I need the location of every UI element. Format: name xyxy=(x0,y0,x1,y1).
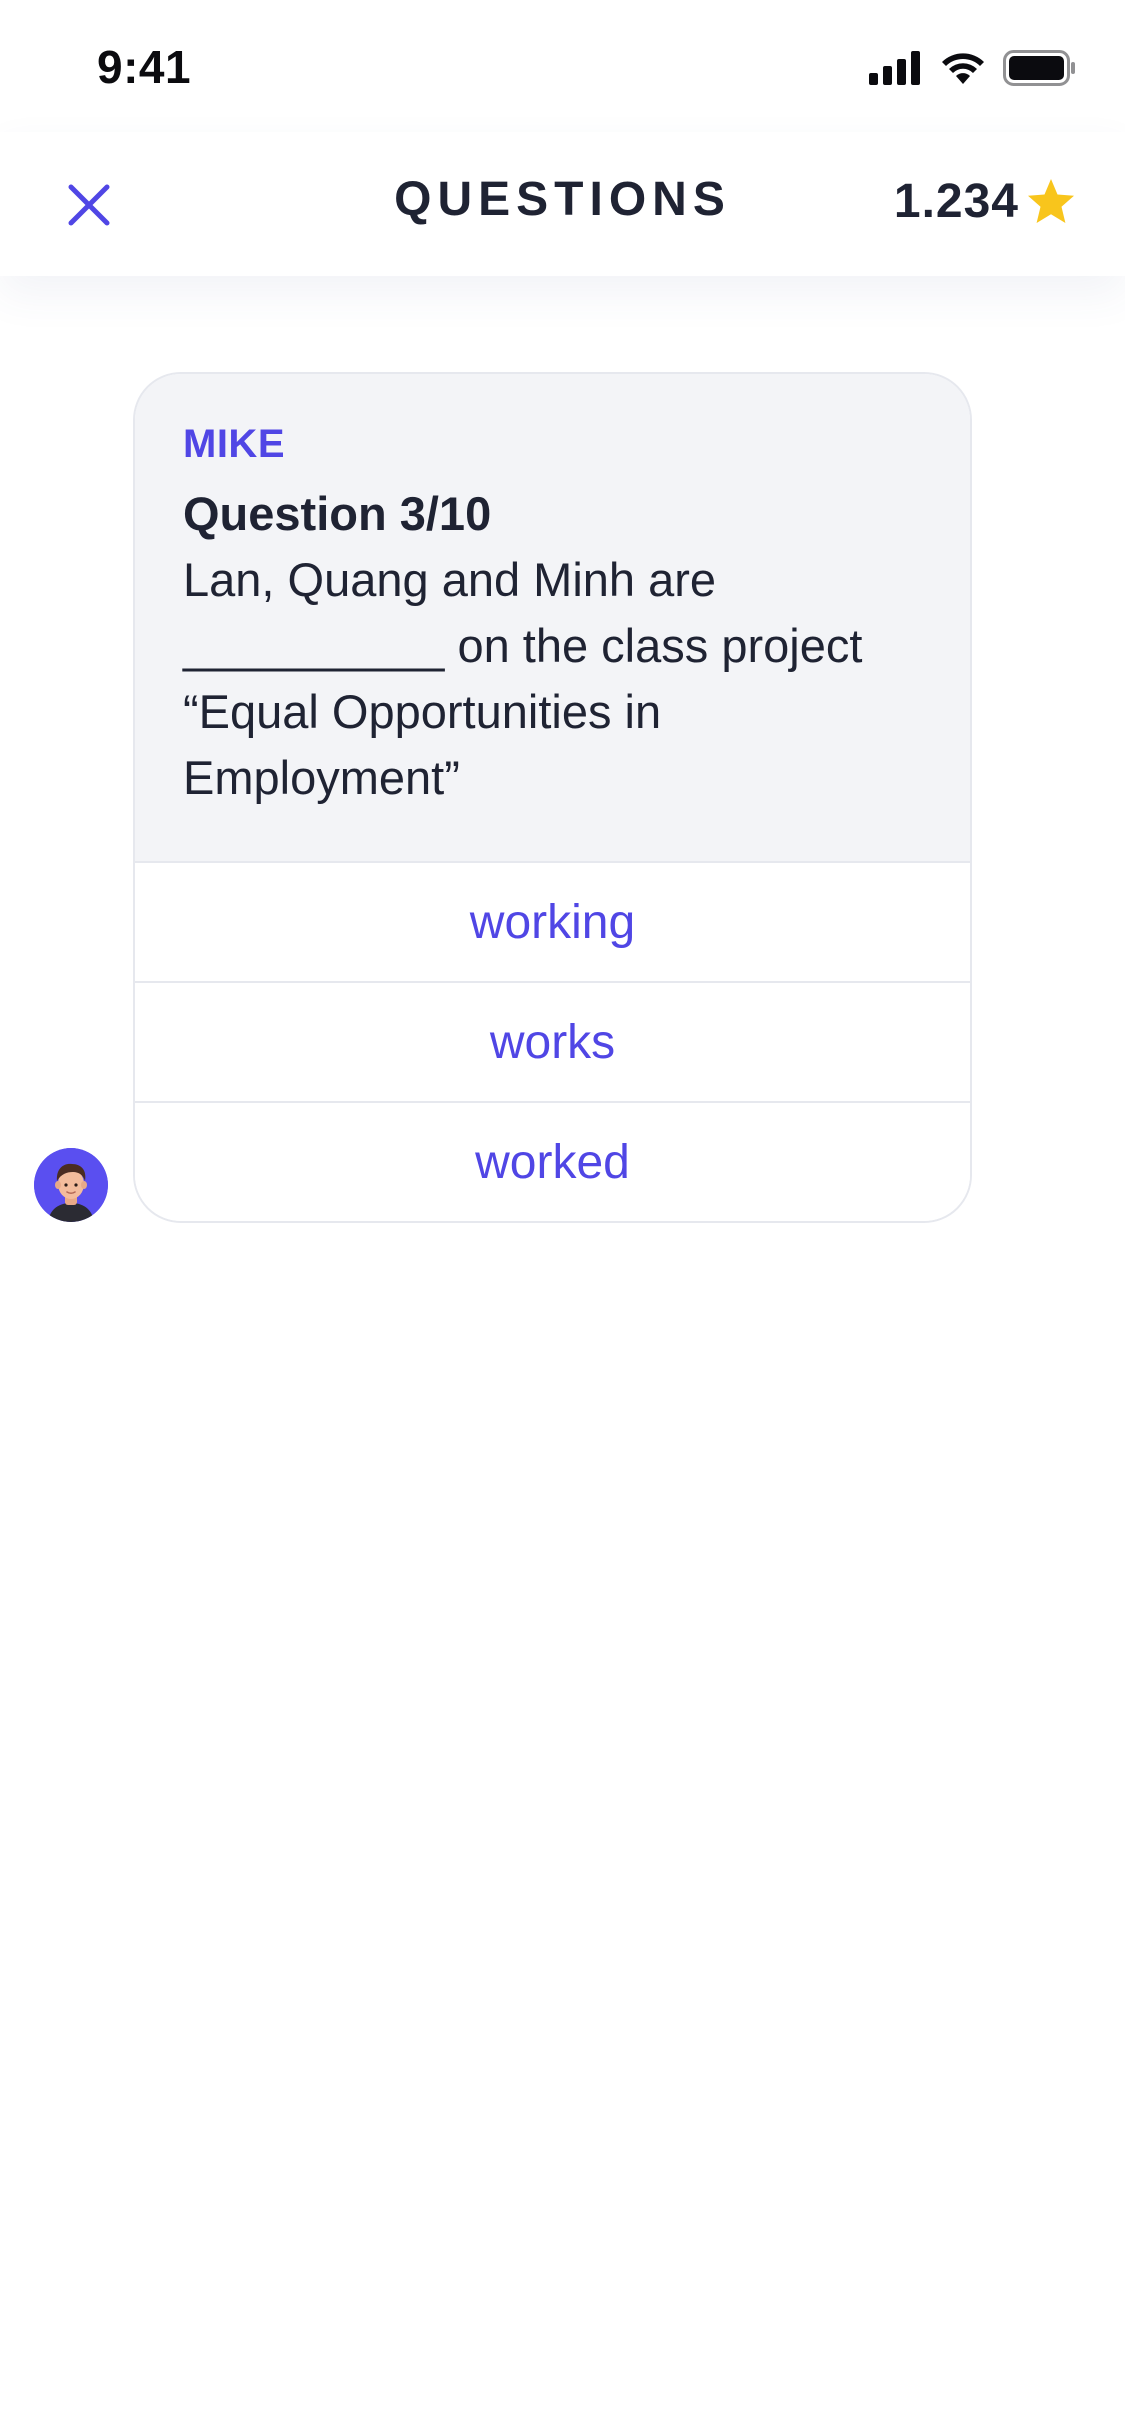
answer-option-2[interactable]: works xyxy=(135,981,970,1101)
question-message-card: MIKE Question 3/10 Lan, Quang and Minh a… xyxy=(133,372,972,1223)
answer-option-3[interactable]: worked xyxy=(135,1101,970,1221)
quiz-screen: 9:41 QUESTIONS 1.234 MIKE Question 3/10 … xyxy=(0,0,1125,2436)
answer-option-1[interactable]: working xyxy=(135,861,970,981)
score-display: 1.234 xyxy=(894,174,1077,229)
chat-area: MIKE Question 3/10 Lan, Quang and Minh a… xyxy=(0,276,1125,2436)
cellular-signal-icon xyxy=(869,51,920,85)
avatar xyxy=(34,1148,108,1222)
question-body: MIKE Question 3/10 Lan, Quang and Minh a… xyxy=(135,374,970,861)
star-icon xyxy=(1028,178,1074,223)
status-icons xyxy=(869,50,1077,86)
question-text: Lan, Quang and Minh are __________ on th… xyxy=(183,553,863,804)
sender-name: MIKE xyxy=(183,422,285,466)
battery-icon xyxy=(1003,50,1075,86)
score-value: 1.234 xyxy=(893,175,1019,228)
status-bar: 9:41 xyxy=(0,0,1125,132)
wifi-icon xyxy=(942,53,984,84)
status-time: 9:41 xyxy=(97,41,192,93)
question-number: Question 3/10 xyxy=(183,487,492,540)
user-avatar-icon xyxy=(34,1148,108,1222)
header: QUESTIONS 1.234 xyxy=(0,132,1125,276)
